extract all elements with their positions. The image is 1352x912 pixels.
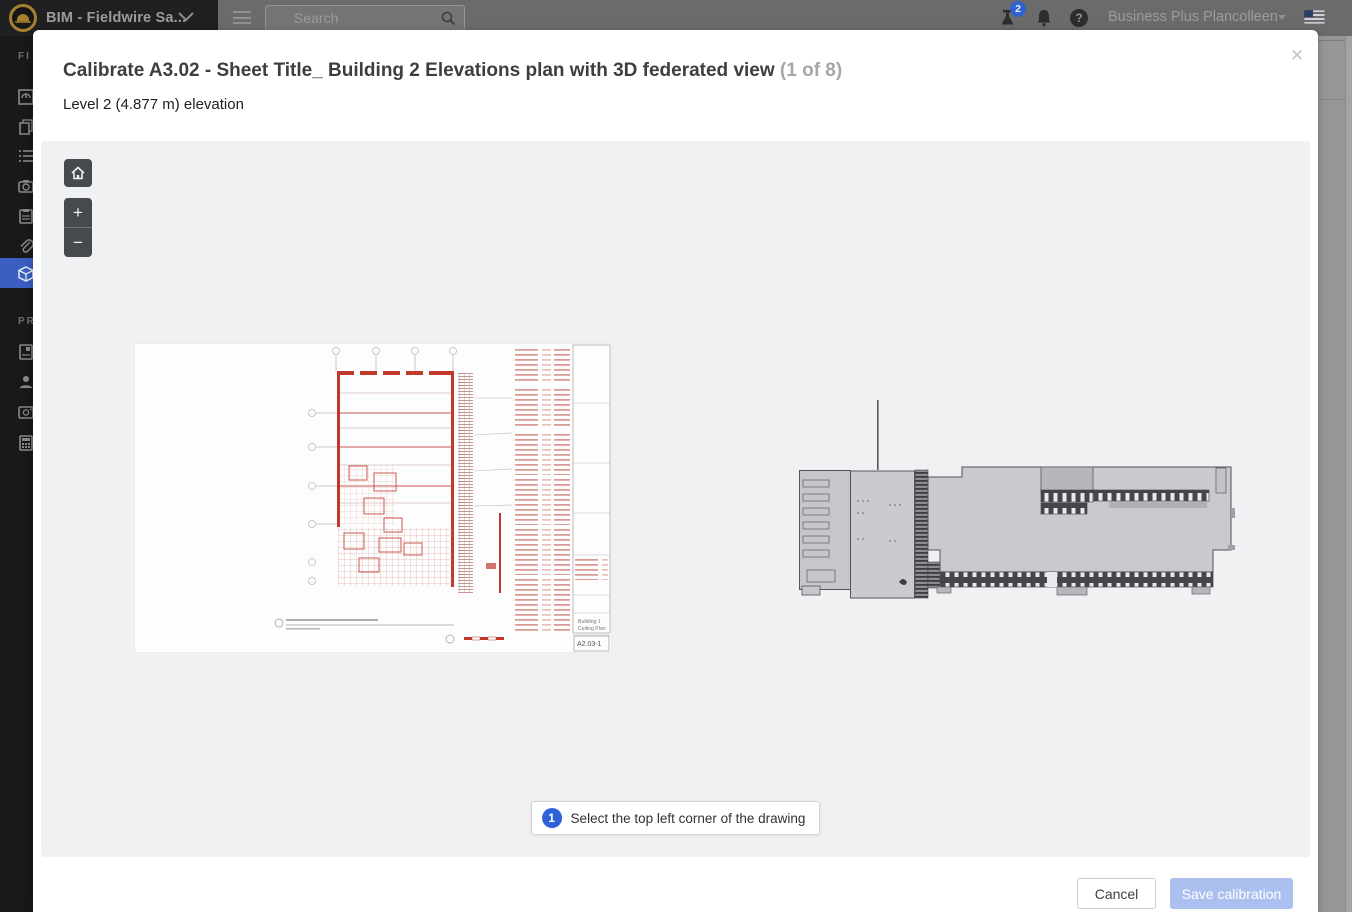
chevron-down-icon	[178, 12, 194, 22]
step-number-badge: 1	[542, 808, 562, 828]
tasks-list-icon[interactable]	[18, 148, 33, 164]
user-caret-icon	[1278, 15, 1286, 20]
sheet-titleblock-line2: Ceiling Plan	[578, 626, 606, 632]
search-icon[interactable]	[441, 11, 456, 26]
left-sidebar: FI PR	[0, 36, 33, 912]
dimmed-page-edge	[1318, 30, 1352, 912]
search-input[interactable]	[294, 6, 434, 30]
save-calibration-button[interactable]: Save calibration	[1170, 878, 1293, 909]
close-icon[interactable]: ✕	[1285, 44, 1309, 68]
home-icon	[70, 165, 86, 181]
scrollbar[interactable]	[1345, 30, 1352, 912]
search-box	[265, 5, 465, 31]
user-menu[interactable]: colleen	[1232, 9, 1278, 25]
sheet-drawing[interactable]: Building 1 Ceiling Plan A2.03-1	[134, 343, 612, 653]
bim-cube-icon[interactable]	[18, 266, 33, 282]
specifications-icon[interactable]	[18, 344, 33, 360]
sheet-titleblock-line1: Building 1	[578, 619, 601, 625]
photos-camera-icon[interactable]	[18, 178, 33, 194]
project-name: BIM - Fieldwire Sa...	[46, 10, 186, 26]
modal-subtitle: Level 2 (4.877 m) elevation	[63, 96, 244, 113]
modal-title: Calibrate A3.02 - Sheet Title_ Building …	[63, 60, 842, 82]
files-paperclip-icon[interactable]	[18, 238, 33, 254]
calibration-canvas[interactable]: + −	[41, 141, 1310, 857]
help-icon[interactable]: ?	[1070, 9, 1088, 27]
modal-title-text: Calibrate A3.02 - Sheet Title_ Building …	[63, 60, 775, 81]
plans-icon[interactable]	[18, 89, 33, 105]
zoom-in-button[interactable]: +	[64, 198, 92, 227]
language-flag-icon[interactable]	[1304, 10, 1325, 24]
plan-tier-label: Business Plus Plan	[1108, 9, 1232, 25]
sidebar-section-bottom: PR	[18, 316, 33, 327]
modal-footer: Cancel Save calibration	[33, 857, 1318, 912]
home-view-button[interactable]	[64, 159, 92, 187]
calibrate-modal: Calibrate A3.02 - Sheet Title_ Building …	[33, 30, 1318, 912]
calculator-icon[interactable]	[18, 435, 33, 451]
progress-camera-icon[interactable]	[18, 404, 33, 420]
people-icon[interactable]	[18, 374, 33, 390]
sidebar-section-top: FI	[18, 51, 31, 62]
model-3d-view[interactable]	[799, 400, 1235, 600]
instruction-text: Select the top left corner of the drawin…	[571, 811, 806, 826]
sheet-number-label: A2.03-1	[577, 641, 602, 648]
forms-clipboard-icon[interactable]	[18, 208, 33, 224]
menu-icon[interactable]	[233, 11, 251, 24]
instruction-bubble: 1 Select the top left corner of the draw…	[531, 801, 821, 835]
zoom-out-button[interactable]: −	[64, 228, 92, 257]
notification-badge: 2	[1010, 1, 1026, 17]
page-indicator: (1 of 8)	[780, 60, 842, 81]
versions-icon[interactable]	[18, 119, 33, 135]
cancel-button[interactable]: Cancel	[1077, 878, 1156, 909]
bell-icon[interactable]	[1034, 8, 1054, 28]
zoom-control: + −	[64, 198, 92, 257]
fieldwire-logo-icon	[9, 4, 37, 32]
